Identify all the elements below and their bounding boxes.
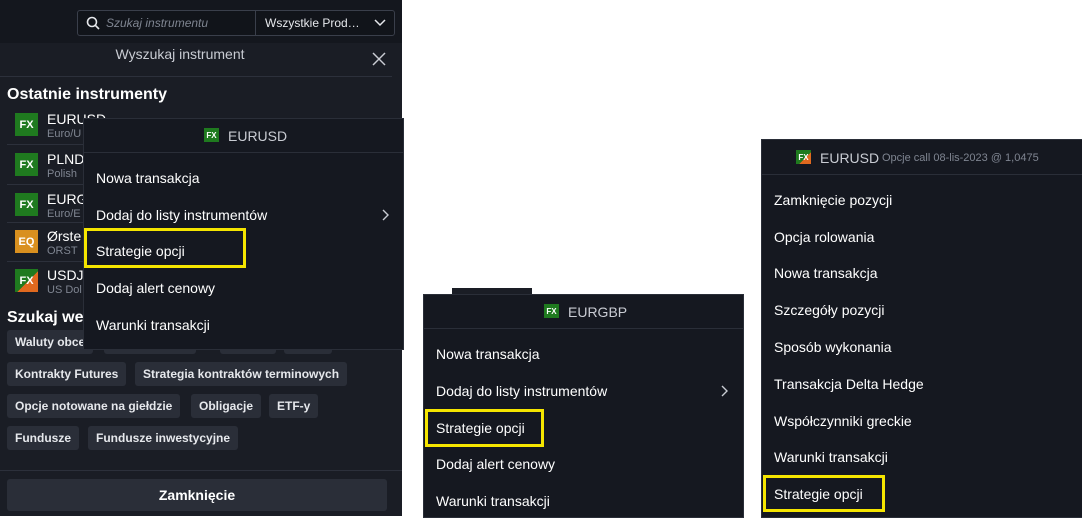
chevron-down-icon — [374, 19, 386, 27]
context-menu-eurusd-option: FX EURUSD Opcje call 08-lis-2023 @ 1,047… — [761, 139, 1082, 518]
menu-header: FX EURUSD — [84, 119, 403, 153]
menu-title: EURUSD — [820, 150, 880, 166]
search-icon — [86, 16, 100, 30]
menu-item-new-trade[interactable]: Nowa transakcja — [436, 346, 540, 362]
context-menu-eurgbp: FX EURGBP Nowa transakcja Dodaj do listy… — [423, 294, 744, 518]
category-chip[interactable]: Opcje notowane na giełdzie — [7, 394, 181, 418]
menu-title: EURGBP — [568, 304, 628, 320]
instrument-description: US Dol — [47, 284, 82, 296]
menu-subtitle: Opcje call 08-lis-2023 @ 1,0475 — [882, 152, 1039, 164]
instrument-description: Euro/U — [47, 128, 82, 140]
menu-item-close-position[interactable]: Zamknięcie pozycji — [774, 192, 892, 208]
close-icon[interactable] — [371, 51, 387, 67]
menu-item-greeks[interactable]: Współczynniki greckie — [774, 413, 912, 429]
menu-item-exercise-method[interactable]: Sposób wykonania — [774, 339, 892, 355]
highlight-box — [763, 475, 885, 512]
divider — [0, 76, 392, 77]
instrument-description: Euro/E — [47, 208, 81, 220]
chevron-right-icon — [382, 209, 389, 221]
search-placeholder: Szukaj instrumentu — [106, 16, 209, 30]
recent-instruments-title: Ostatnie instrumenty — [7, 86, 168, 103]
menu-item-new-trade[interactable]: Nowa transakcja — [96, 170, 200, 186]
product-filter-select[interactable]: Wszystkie Prod… — [255, 10, 395, 36]
search-input[interactable]: Szukaj instrumentu — [77, 10, 257, 36]
menu-item-add-to-watchlist[interactable]: Dodaj do listy instrumentów — [436, 383, 607, 399]
fx-badge-icon: FX — [204, 128, 219, 142]
menu-item-trading-conditions[interactable]: Warunki transakcji — [96, 317, 210, 333]
menu-item-trading-conditions[interactable]: Warunki transakcji — [436, 493, 550, 509]
fx-badge-icon: FX — [15, 193, 38, 216]
menu-item-price-alert[interactable]: Dodaj alert cenowy — [96, 280, 215, 296]
fx-option-badge-icon: FX — [796, 150, 811, 164]
instrument-name: EURG — [47, 191, 88, 207]
menu-header: FX EURGBP — [424, 295, 743, 329]
fx-option-badge-icon: FX — [15, 269, 38, 292]
instrument-name: Ørste — [47, 228, 82, 244]
menu-item-new-trade[interactable]: Nowa transakcja — [774, 265, 878, 281]
instrument-name: USDJ — [47, 267, 84, 283]
product-filter-value: Wszystkie Prod… — [265, 16, 360, 30]
category-chip[interactable]: Kontrakty Futures — [7, 362, 127, 386]
menu-header: FX EURUSD Opcje call 08-lis-2023 @ 1,047… — [762, 140, 1082, 175]
fx-badge-icon: FX — [544, 304, 559, 318]
top-bar: Szukaj instrumentu Wszystkie Prod… — [0, 0, 402, 43]
divider — [0, 470, 402, 471]
category-chip[interactable]: ETF-y — [269, 394, 319, 418]
category-chip[interactable]: Fundusze inwestycyjne — [88, 426, 239, 450]
close-button[interactable]: Zamknięcie — [7, 479, 387, 511]
fx-badge-icon: FX — [15, 113, 38, 136]
highlight-box — [425, 409, 544, 447]
search-in-title: Szukaj we — [7, 309, 84, 326]
eq-badge-icon: EQ — [15, 230, 38, 253]
highlight-box — [84, 228, 246, 268]
menu-item-trading-conditions[interactable]: Warunki transakcji — [774, 449, 888, 465]
fx-badge-icon: FX — [15, 153, 38, 176]
category-chip[interactable]: Fundusze — [7, 426, 79, 450]
menu-title: EURUSD — [228, 128, 288, 144]
chevron-right-icon — [721, 385, 728, 397]
dialog-title: Wyszukaj instrument — [115, 46, 245, 62]
menu-item-roll-option[interactable]: Opcja rolowania — [774, 229, 874, 245]
instrument-description: ORST — [47, 245, 78, 257]
category-chip[interactable]: Strategia kontraktów terminowych — [135, 362, 348, 386]
menu-item-position-details[interactable]: Szczegóły pozycji — [774, 302, 885, 318]
menu-item-delta-hedge[interactable]: Transakcja Delta Hedge — [774, 376, 924, 392]
category-chip[interactable]: Waluty obce — [7, 330, 94, 354]
menu-item-add-to-watchlist[interactable]: Dodaj do listy instrumentów — [96, 207, 267, 223]
menu-item-price-alert[interactable]: Dodaj alert cenowy — [436, 456, 555, 472]
category-chip[interactable]: Obligacje — [191, 394, 262, 418]
instrument-name: PLND — [47, 151, 85, 167]
instrument-description: Polish — [47, 168, 77, 180]
